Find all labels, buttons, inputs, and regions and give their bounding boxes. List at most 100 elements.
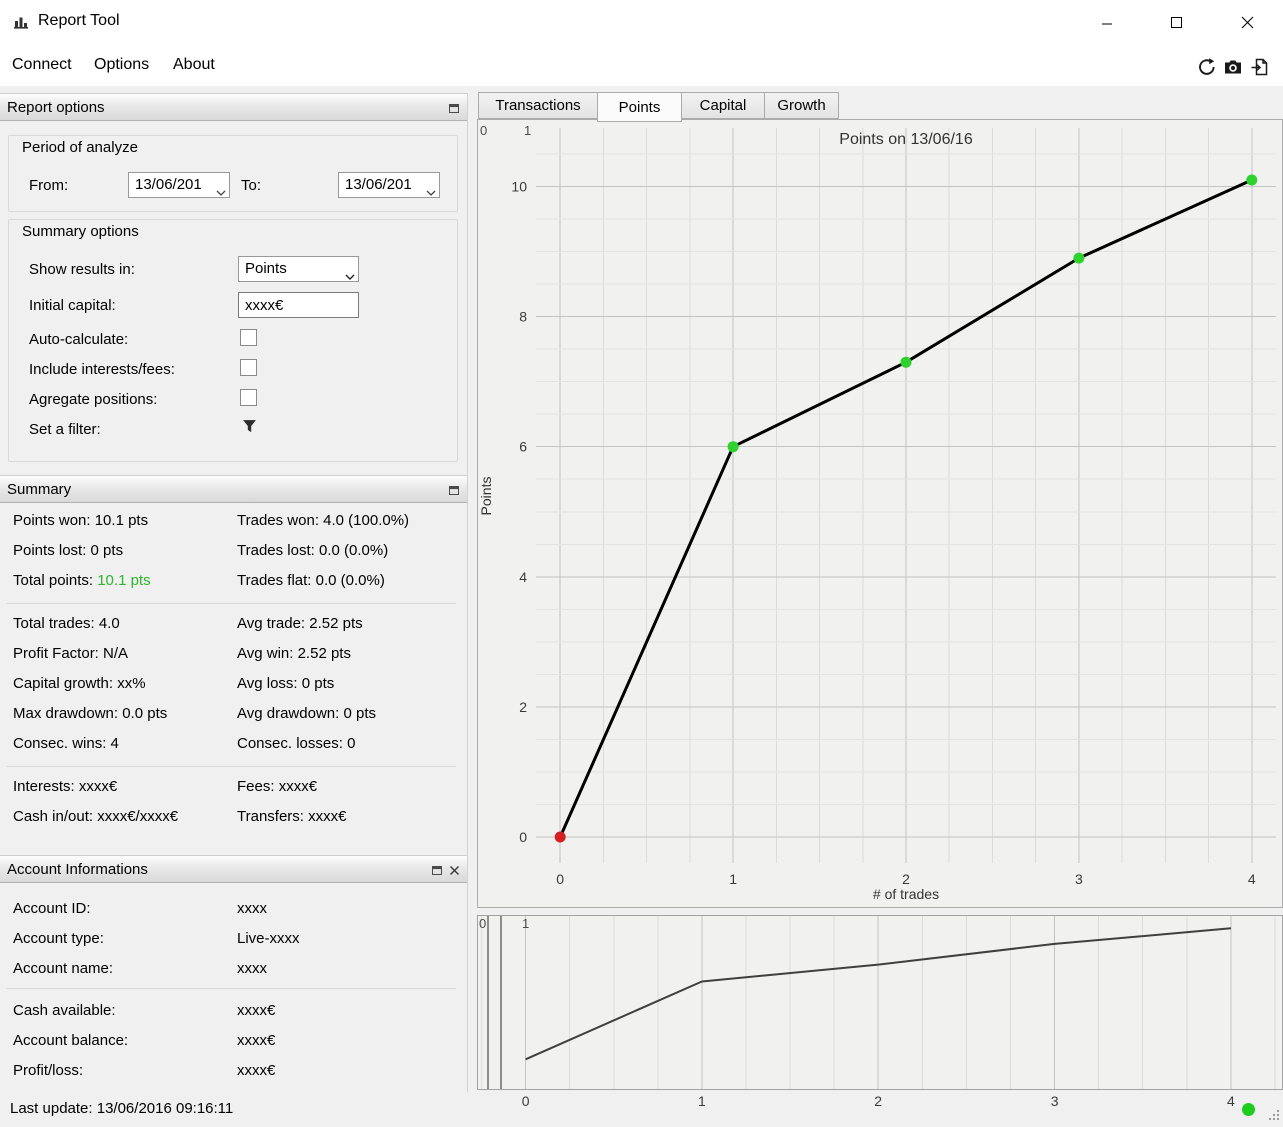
summary-panel: Points won: 10.1 pts Trades won: 4.0 (10… — [0, 503, 467, 855]
last-update-text: Last update: 13/06/2016 09:16:11 — [10, 1100, 233, 1117]
stat-avg-drawdown: Avg drawdown: 0 pts — [237, 705, 376, 722]
stat-total-points: Total points: 10.1 pts — [13, 572, 151, 589]
divider — [6, 766, 456, 767]
show-results-value: Points — [245, 260, 287, 277]
tab-transactions[interactable]: Transactions — [478, 92, 598, 119]
stat-transfers: Transfers: xxxx€ — [237, 808, 346, 825]
float-panel-icon[interactable] — [446, 101, 461, 115]
panel-title: Account Informations — [7, 861, 148, 878]
panel-splitter[interactable] — [467, 93, 468, 1092]
svg-text:4: 4 — [1248, 871, 1256, 887]
include-interests-label: Include interests/fees: — [29, 361, 175, 378]
include-interests-checkbox[interactable] — [240, 359, 257, 376]
refresh-icon[interactable] — [1196, 56, 1218, 78]
from-date-select[interactable]: 13/06/201 — [128, 172, 230, 198]
stat-avg-loss: Avg loss: 0 pts — [237, 675, 334, 692]
menu-about[interactable]: About — [169, 54, 219, 76]
account-id-value: xxxx — [237, 900, 267, 917]
svg-text:0: 0 — [519, 829, 527, 845]
menu-options[interactable]: Options — [90, 54, 153, 76]
group-title: Summary options — [22, 223, 139, 240]
stat-max-drawdown: Max drawdown: 0.0 pts — [13, 705, 167, 722]
svg-text:0: 0 — [556, 871, 564, 887]
divider — [6, 988, 456, 989]
minimize-button[interactable] — [1084, 8, 1130, 37]
export-icon[interactable] — [1249, 56, 1271, 78]
account-panel: Account ID: xxxx Account type: Live-xxxx… — [0, 883, 467, 1092]
chevron-down-icon — [345, 267, 355, 282]
maximize-button[interactable] — [1153, 8, 1199, 37]
svg-text:1: 1 — [729, 871, 737, 887]
float-panel-icon[interactable] — [446, 483, 461, 497]
svg-text:10: 10 — [511, 179, 527, 195]
show-results-label: Show results in: — [29, 261, 135, 278]
to-label: To: — [241, 177, 261, 194]
maximize-icon — [1170, 16, 1183, 29]
camera-icon[interactable] — [1222, 56, 1244, 78]
stat-trades-lost: Trades lost: 0.0 (0.0%) — [237, 542, 388, 559]
profit-loss-label: Profit/loss: — [13, 1062, 83, 1079]
to-date-select[interactable]: 13/06/201 — [338, 172, 440, 198]
menu-connect[interactable]: Connect — [8, 54, 76, 76]
svg-text:0: 0 — [479, 916, 486, 931]
chevron-down-icon — [216, 183, 226, 198]
svg-text:Points: Points — [478, 477, 494, 516]
filter-icon[interactable] — [241, 418, 258, 440]
initial-capital-label: Initial capital: — [29, 297, 116, 314]
points-line-chart[interactable]: 02468100123401Points on 13/06/16# of tra… — [478, 120, 1282, 907]
set-filter-label: Set a filter: — [29, 421, 101, 438]
svg-text:6: 6 — [519, 439, 527, 455]
menu-bar: Connect Options About — [0, 45, 1283, 86]
points-chart-panel[interactable]: 02468100123401Points on 13/06/16# of tra… — [477, 119, 1283, 908]
auto-calculate-checkbox[interactable] — [240, 329, 257, 346]
chevron-down-icon — [426, 183, 436, 198]
panel-header-account: Account Informations — [0, 855, 467, 883]
cash-available-value: xxxx€ — [237, 1002, 275, 1019]
account-name-label: Account name: — [13, 960, 113, 977]
stat-avg-win: Avg win: 2.52 pts — [237, 645, 351, 662]
stat-capital-growth: Capital growth: xx% — [13, 675, 146, 692]
panel-title: Summary — [7, 481, 71, 498]
tab-points[interactable]: Points — [597, 92, 682, 122]
chart-navigator[interactable]: 0123401 — [477, 915, 1283, 1111]
profit-loss-value: xxxx€ — [237, 1062, 275, 1079]
cash-available-label: Cash available: — [13, 1002, 116, 1019]
close-panel-icon[interactable] — [447, 863, 462, 877]
stat-total-trades: Total trades: 4.0 — [13, 615, 120, 632]
panel-header-report-options: Report options — [0, 93, 467, 121]
stat-trades-flat: Trades flat: 0.0 (0.0%) — [237, 572, 385, 589]
stat-fees: Fees: xxxx€ — [237, 778, 317, 795]
title-bar: Report Tool — [0, 0, 1283, 45]
show-results-select[interactable]: Points — [238, 256, 359, 282]
window-title: Report Tool — [38, 12, 120, 30]
svg-text:0: 0 — [480, 123, 487, 138]
stat-profit-factor: Profit Factor: N/A — [13, 645, 128, 662]
svg-text:2: 2 — [902, 871, 910, 887]
resize-grip[interactable] — [1267, 1108, 1281, 1127]
svg-text:1: 1 — [524, 123, 531, 138]
chart-navigator-panel[interactable]: 0123401 — [477, 915, 1283, 1111]
svg-text:Points on 13/06/16: Points on 13/06/16 — [839, 131, 973, 148]
float-panel-icon[interactable] — [429, 863, 444, 877]
to-date-value: 13/06/201 — [345, 176, 412, 193]
stat-consec-wins: Consec. wins: 4 — [13, 735, 119, 752]
stat-cash-in-out: Cash in/out: xxxx€/xxxx€ — [13, 808, 178, 825]
initial-capital-input[interactable] — [238, 292, 359, 318]
close-icon — [1241, 16, 1254, 29]
svg-text:2: 2 — [519, 699, 527, 715]
minimize-icon — [1101, 17, 1113, 29]
app-window: { "window": { "title": "Report Tool", "m… — [0, 0, 1283, 1125]
account-balance-label: Account balance: — [13, 1032, 128, 1049]
account-balance-value: xxxx€ — [237, 1032, 275, 1049]
auto-calculate-label: Auto-calculate: — [29, 331, 128, 348]
stat-interests: Interests: xxxx€ — [13, 778, 117, 795]
agregate-positions-checkbox[interactable] — [240, 389, 257, 406]
tab-growth[interactable]: Growth — [764, 92, 839, 119]
close-button[interactable] — [1224, 8, 1270, 37]
stat-points-won: Points won: 10.1 pts — [13, 512, 148, 529]
tab-capital[interactable]: Capital — [681, 92, 765, 119]
app-icon — [12, 13, 30, 31]
agregate-positions-label: Agregate positions: — [29, 391, 157, 408]
stat-trades-won: Trades won: 4.0 (100.0%) — [237, 512, 409, 529]
report-options-panel: Period of analyze From: 13/06/201 To: 13… — [0, 121, 467, 475]
